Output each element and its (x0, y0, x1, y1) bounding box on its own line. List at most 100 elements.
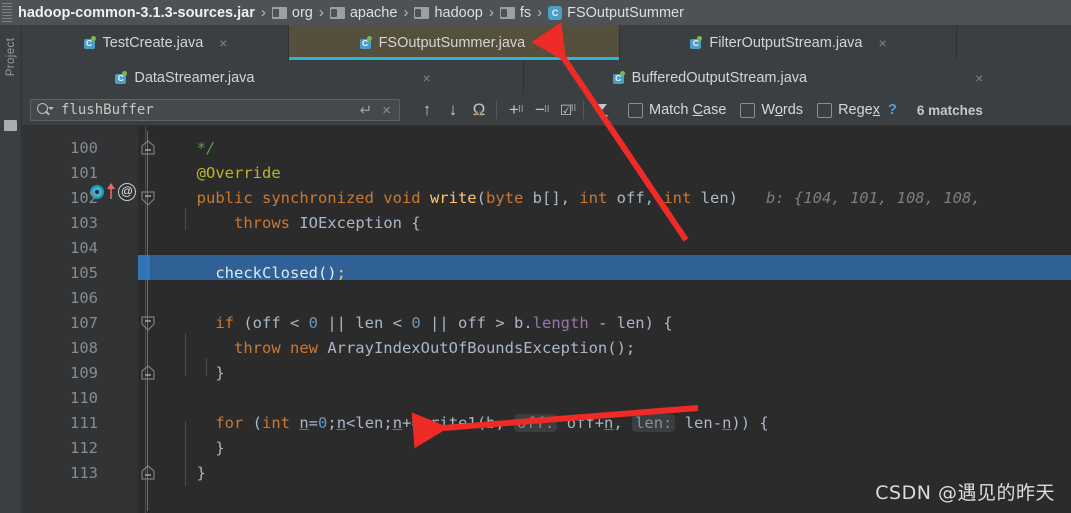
line-number: 112 (70, 438, 98, 457)
inlay-hint-len: len: (632, 413, 676, 432)
line-number: 102 (70, 188, 98, 207)
breadcrumb-item-class[interactable]: C FSOutputSummer (548, 5, 684, 21)
line-number: 100 (70, 138, 98, 157)
tab-close-icon[interactable]: × (541, 36, 549, 50)
find-previous-button[interactable]: ↑ (414, 98, 440, 122)
enter-icon[interactable]: ↵ (360, 101, 373, 119)
code-line-107[interactable]: 107 if (off < 0 || len < 0 || off > b.le… (22, 310, 1071, 335)
tab-filteroutputstream-java[interactable]: C FilterOutputStream.java × (620, 25, 957, 60)
search-icon[interactable] (36, 102, 54, 118)
tab-fsoutputsummer-java[interactable]: C FSOutputSummer.java × (289, 25, 620, 60)
breadcrumb-item-fs[interactable]: fs (499, 4, 532, 21)
match-case-checkbox[interactable]: Match Case (628, 102, 726, 118)
line-number: 109 (70, 363, 98, 382)
ide-window: hadoop-common-3.1.3-sources.jar › org › … (0, 0, 1071, 513)
regex-checkbox[interactable]: Regex ? (817, 102, 897, 118)
tab-close-icon[interactable]: × (975, 71, 983, 85)
clear-search-icon[interactable]: × (382, 102, 391, 119)
folder-icon (499, 6, 515, 19)
breadcrumb-jar-label: hadoop-common-3.1.3-sources.jar (18, 4, 255, 21)
code-line-109[interactable]: 109 } (22, 360, 1071, 385)
code-text: @Override (178, 163, 281, 182)
tab-datastreamer-java[interactable]: C DataStreamer.java × (22, 60, 524, 95)
find-next-button[interactable]: ↓ (440, 98, 466, 122)
add-occurrence-button[interactable]: + II (501, 98, 527, 122)
tool-window-button-project[interactable]: Project (5, 22, 17, 92)
checkbox-box[interactable] (817, 102, 833, 118)
match-case-label: Match Case (649, 102, 727, 118)
code-text: throw new ArrayIndexOutOfBoundsException… (178, 338, 636, 357)
code-text: checkClosed(); (178, 263, 346, 282)
java-class-icon: C (114, 70, 128, 85)
code-line-111[interactable]: 111 for (int n=0;n<len;n+=write1(b, off:… (22, 410, 1071, 435)
code-line-102[interactable]: 102 public synchronized void write(byte … (22, 185, 1071, 210)
code-text: public synchronized void write(byte b[],… (178, 188, 981, 207)
inlay-hint-off: off: (514, 413, 558, 432)
code-editor[interactable]: @ * @param b the data. 100 */ 101 @Overr… (22, 126, 1071, 513)
line-number: 111 (70, 413, 98, 432)
breadcrumb-item-jar[interactable]: hadoop-common-3.1.3-sources.jar (18, 5, 255, 21)
code-line-104[interactable]: 104 (22, 235, 1071, 260)
editor-tab-row-1: C TestCreate.java × C FSOutputSummer.jav… (22, 25, 1071, 60)
breadcrumb-separator-icon: › (537, 4, 543, 21)
editor-tabs: C TestCreate.java × C FSOutputSummer.jav… (22, 25, 1071, 95)
editor-tab-row-2: C DataStreamer.java × C BufferedOutputSt… (22, 60, 1071, 95)
code-line-106[interactable]: 106 (22, 285, 1071, 310)
code-text: } (178, 463, 206, 482)
select-all-occurrences-button[interactable]: ☑ II (553, 98, 579, 122)
code-line-103[interactable]: 103 throws IOException { (22, 210, 1071, 235)
find-all-button[interactable]: Ω Alt (466, 98, 492, 122)
breadcrumb-separator-icon: › (488, 4, 494, 21)
line-number: 101 (70, 163, 98, 182)
line-number: 108 (70, 338, 98, 357)
checkbox-box[interactable] (740, 102, 756, 118)
breadcrumb-separator-icon: › (318, 4, 324, 21)
drag-grip-icon[interactable] (2, 3, 12, 22)
tab-testcreate-java[interactable]: C TestCreate.java × (22, 25, 289, 60)
breadcrumb: hadoop-common-3.1.3-sources.jar › org › … (0, 0, 1071, 25)
code-line-112[interactable]: 112 } (22, 435, 1071, 460)
remove-occurrence-button[interactable]: − II (527, 98, 553, 122)
java-class-icon: C (612, 70, 626, 85)
words-label: Words (761, 102, 804, 118)
tab-label: FSOutputSummer.java (378, 34, 526, 51)
line-number: 103 (70, 213, 98, 232)
toolbar-separator (583, 101, 584, 119)
breadcrumb-apache-label: apache (349, 4, 398, 21)
project-tool-icon[interactable] (4, 120, 17, 131)
class-icon: C (548, 5, 563, 20)
filter-button[interactable] (588, 98, 614, 122)
code-line-100[interactable]: 100 */ (22, 135, 1071, 160)
code-text: throws IOException { (178, 213, 421, 232)
checkbox-box[interactable] (628, 102, 643, 118)
folder-icon (271, 6, 287, 19)
code-line-101[interactable]: 101 @Override (22, 160, 1071, 185)
tab-bufferedoutputstream-java[interactable]: C BufferedOutputStream.java × (524, 60, 1071, 95)
code-line-110[interactable]: 110 (22, 385, 1071, 410)
tab-label: FilterOutputStream.java (709, 34, 863, 51)
tab-close-icon[interactable]: × (878, 36, 886, 50)
code-text: */ (178, 138, 216, 157)
code-text: if (off < 0 || len < 0 || off > b.length… (178, 313, 673, 332)
breadcrumb-item-apache[interactable]: apache (329, 4, 398, 21)
breadcrumb-item-hadoop[interactable]: hadoop (414, 4, 483, 21)
tab-close-icon[interactable]: × (422, 71, 430, 85)
breadcrumb-class-label: FSOutputSummer (567, 4, 684, 21)
breadcrumb-item-org[interactable]: org (271, 5, 313, 21)
line-number: 110 (70, 388, 98, 407)
words-checkbox[interactable]: Words (740, 102, 803, 118)
code-line-108[interactable]: 108 throw new ArrayIndexOutOfBoundsExcep… (22, 335, 1071, 360)
line-number: 106 (70, 288, 98, 307)
tab-close-icon[interactable]: × (219, 36, 227, 50)
search-input-wrapper[interactable]: flushBuffer ↵ × (30, 99, 400, 121)
folder-icon (329, 6, 345, 19)
breadcrumb-fs-label: fs (519, 4, 532, 21)
clipped-code-line-99: * @param b the data. (22, 126, 1071, 132)
code-line-105[interactable]: 105 checkClosed(); (22, 260, 1071, 285)
breadcrumb-hadoop-label: hadoop (434, 4, 483, 21)
folder-icon (414, 6, 430, 19)
java-class-icon: C (689, 35, 703, 50)
line-number: 113 (70, 463, 98, 482)
regex-help-icon[interactable]: ? (888, 102, 897, 118)
search-input[interactable]: flushBuffer (61, 102, 360, 118)
